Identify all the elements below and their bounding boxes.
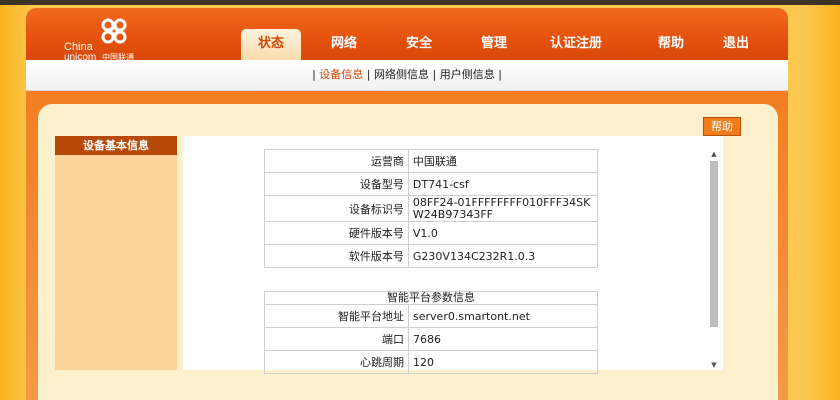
table-row: 智能平台地址 server0.smartont.net: [263, 304, 598, 328]
row-value: 120: [408, 350, 598, 374]
row-label: 端口: [263, 327, 410, 351]
row-label: 软件版本号: [264, 244, 409, 268]
table-row: 心跳周期 120: [263, 350, 598, 374]
row-value: V1.0: [407, 221, 599, 245]
row-value: DT741-csf: [407, 172, 599, 196]
row-value: 中国联通: [407, 149, 599, 173]
tab-network[interactable]: 网络: [314, 29, 374, 60]
tab-status[interactable]: 状态: [241, 29, 301, 60]
platform-info-table: 智能平台参数信息 智能平台地址 server0.smartont.net 端口 …: [263, 291, 598, 374]
sidebar-item-device-basic-info[interactable]: 设备基本信息: [55, 136, 177, 155]
header-bar: China unicom 中国联通 状态 网络 安全 管理 认证注册 帮助 退出: [26, 8, 788, 63]
china-unicom-logo: China unicom 中国联通: [64, 16, 174, 63]
scrollbar-thumb[interactable]: [710, 161, 718, 327]
row-label: 硬件版本号: [264, 221, 409, 245]
unicom-knot-icon: [101, 18, 127, 44]
vertical-scrollbar[interactable]: ▲ ▼: [708, 149, 720, 370]
row-label: 设备型号: [264, 172, 409, 196]
top-strip: [0, 0, 840, 5]
table-row: 设备标识号 08FF24-01FFFFFFFF010FFF34SKW24B973…: [264, 195, 599, 222]
scroll-up-icon[interactable]: ▲: [708, 149, 720, 159]
table-row: 软件版本号 G230V134C232R1.0.3: [264, 244, 599, 268]
platform-table-header: 智能平台参数信息: [264, 291, 598, 305]
row-label: 智能平台地址: [263, 304, 410, 328]
scroll-down-icon[interactable]: ▼: [708, 360, 720, 370]
tab-help[interactable]: 帮助: [641, 29, 701, 60]
tab-management[interactable]: 管理: [464, 29, 524, 60]
row-value: G230V134C232R1.0.3: [407, 244, 599, 268]
help-button[interactable]: 帮助: [703, 117, 741, 136]
sidebar: 设备基本信息: [55, 136, 177, 370]
row-label: 运营商: [264, 149, 409, 173]
row-label: 心跳周期: [263, 350, 410, 374]
row-label: 设备标识号: [264, 195, 409, 222]
device-info-table: 运营商 中国联通 设备型号 DT741-csf 设备标识号 08FF24-01F…: [264, 149, 599, 268]
tab-security[interactable]: 安全: [389, 29, 449, 60]
table-row: 端口 7686: [263, 327, 598, 351]
subtab-user-side-info[interactable]: 用户侧信息: [440, 68, 495, 81]
sub-navigation: | 设备信息 | 网络侧信息 | 用户侧信息 |: [26, 60, 788, 91]
subtab-network-side-info[interactable]: 网络侧信息: [374, 68, 429, 81]
table-row: 硬件版本号 V1.0: [264, 221, 599, 245]
tab-auth-register[interactable]: 认证注册: [536, 29, 616, 60]
row-value: 08FF24-01FFFFFFFF010FFF34SKW24B97343FF: [407, 195, 599, 222]
row-value: server0.smartont.net: [408, 304, 598, 328]
table-row: 运营商 中国联通: [264, 149, 599, 173]
table-row: 设备型号 DT741-csf: [264, 172, 599, 196]
table-header-row: 智能平台参数信息: [264, 291, 598, 305]
row-value: 7686: [408, 327, 598, 351]
subtab-device-info[interactable]: 设备信息: [319, 68, 363, 81]
tab-logout[interactable]: 退出: [706, 29, 766, 60]
